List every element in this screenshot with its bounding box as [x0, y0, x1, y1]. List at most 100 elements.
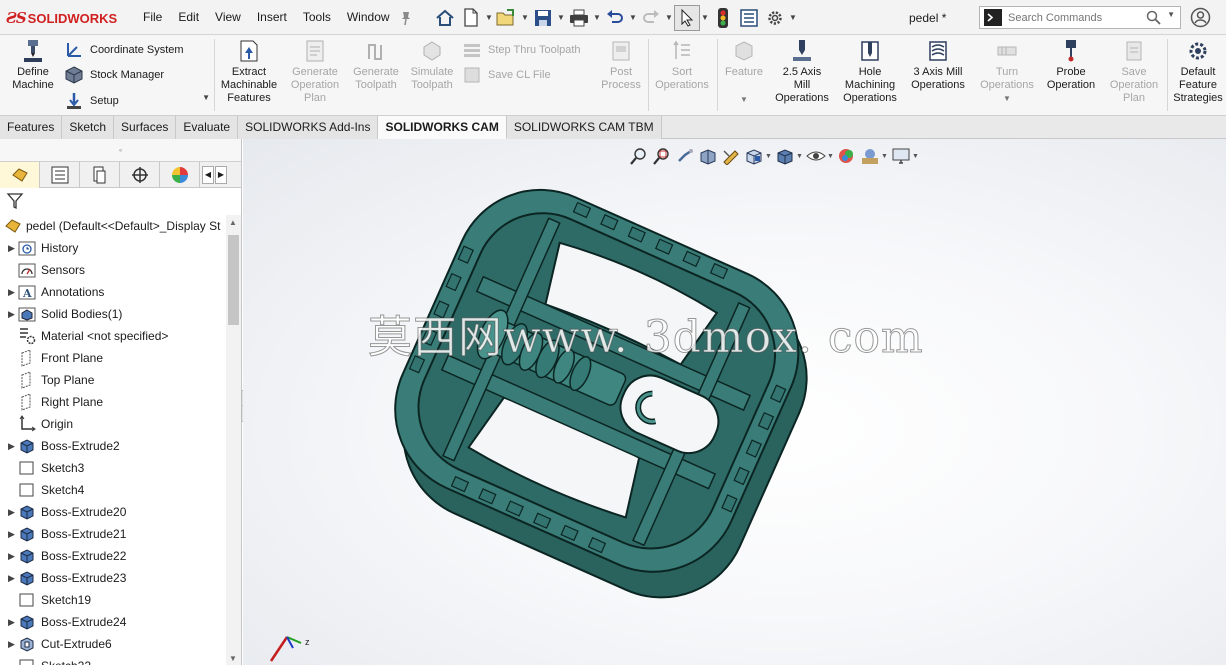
- edit-appearance-button[interactable]: [835, 145, 858, 167]
- expand-arrow-icon[interactable]: ▶: [0, 507, 15, 518]
- tree-item[interactable]: Sketch22: [0, 655, 226, 665]
- display-style-button[interactable]: [773, 145, 796, 167]
- tree-item[interactable]: Origin: [0, 413, 226, 435]
- search-commands-box[interactable]: ▼: [979, 6, 1181, 29]
- menu-edit[interactable]: Edit: [170, 0, 207, 35]
- scroll-up-arrow[interactable]: ▲: [229, 218, 237, 227]
- default-feature-strategies-button[interactable]: Default Feature Strategies: [1170, 39, 1226, 105]
- feature-dropdown[interactable]: ▼: [740, 93, 748, 106]
- mill-3-axis-button[interactable]: 3 Axis Mill Operations: [906, 39, 970, 92]
- feature-manager-tab[interactable]: [0, 162, 40, 188]
- expand-arrow-icon[interactable]: ▶: [0, 243, 15, 254]
- tree-item[interactable]: ▶ A Annotations: [0, 281, 226, 303]
- expand-arrow-icon[interactable]: ▶: [0, 617, 15, 628]
- rebuild-button[interactable]: [710, 5, 736, 31]
- zoom-to-area-button[interactable]: [650, 145, 673, 167]
- print-dropdown[interactable]: ▼: [592, 5, 602, 31]
- save-button[interactable]: [530, 5, 556, 31]
- tree-item[interactable]: Sketch19: [0, 589, 226, 611]
- tree-item[interactable]: Sketch4: [0, 479, 226, 501]
- sort-operations-button[interactable]: Sort Operations: [650, 39, 714, 92]
- pin-icon[interactable]: [398, 10, 414, 26]
- search-icon[interactable]: [1146, 10, 1161, 25]
- turn-dropdown[interactable]: ▼: [1003, 92, 1011, 105]
- file-properties-button[interactable]: [736, 5, 762, 31]
- tree-item[interactable]: ▶ History: [0, 237, 226, 259]
- options-dropdown[interactable]: ▼: [788, 5, 798, 31]
- tree-scrollbar[interactable]: ▲ ▼: [226, 215, 241, 665]
- view-orientation-button[interactable]: [742, 145, 765, 167]
- panel-grip[interactable]: ◦: [0, 139, 241, 162]
- configuration-manager-tab[interactable]: [80, 162, 120, 188]
- search-dropdown[interactable]: ▼: [1167, 10, 1175, 19]
- tree-item[interactable]: ▶ Cut-Extrude6: [0, 633, 226, 655]
- expand-arrow-icon[interactable]: ▶: [0, 551, 15, 562]
- solidworks-logo[interactable]: ƧS SOLIDWORKS: [6, 9, 117, 27]
- open-dropdown[interactable]: ▼: [520, 5, 530, 31]
- expand-arrow-icon[interactable]: ▶: [0, 309, 15, 320]
- coordinate-system-button[interactable]: Coordinate System: [64, 40, 184, 60]
- simulate-toolpath-button[interactable]: Simulate Toolpath: [406, 39, 458, 92]
- define-machine-button[interactable]: Define Machine: [6, 39, 60, 92]
- tab-evaluate[interactable]: Evaluate: [176, 116, 239, 139]
- extract-features-button[interactable]: Extract Machinable Features: [218, 39, 280, 105]
- tree-item[interactable]: ▶ Boss-Extrude24: [0, 611, 226, 633]
- generate-operation-plan-button[interactable]: Generate Operation Plan: [286, 39, 344, 105]
- display-manager-tab[interactable]: [160, 162, 200, 188]
- tree-item[interactable]: Sensors: [0, 259, 226, 281]
- tree-item[interactable]: ▶ Boss-Extrude21: [0, 523, 226, 545]
- step-thru-toolpath-button[interactable]: Step Thru Toolpath: [462, 40, 581, 60]
- search-input[interactable]: [1008, 11, 1148, 24]
- property-manager-tab[interactable]: [40, 162, 80, 188]
- menu-insert[interactable]: Insert: [249, 0, 295, 35]
- display-style-dropdown[interactable]: ▼: [796, 153, 804, 160]
- tree-item[interactable]: Top Plane: [0, 369, 226, 391]
- apply-scene-button[interactable]: [858, 145, 881, 167]
- scroll-down-arrow[interactable]: ▼: [229, 654, 237, 663]
- tree-item[interactable]: ▶ Boss-Extrude2: [0, 435, 226, 457]
- tab-solidworks-cam[interactable]: SOLIDWORKS CAM: [378, 116, 507, 139]
- save-dropdown[interactable]: ▼: [556, 5, 566, 31]
- menu-file[interactable]: File: [135, 0, 170, 35]
- tree-item[interactable]: ▶ Boss-Extrude22: [0, 545, 226, 567]
- hole-machining-button[interactable]: Hole Machining Operations: [838, 39, 902, 105]
- feature-button[interactable]: Feature ▼: [722, 39, 766, 106]
- redo-button[interactable]: [638, 5, 664, 31]
- undo-button[interactable]: [602, 5, 628, 31]
- zoom-to-fit-button[interactable]: [627, 145, 650, 167]
- select-dropdown[interactable]: ▼: [700, 5, 710, 31]
- tree-item[interactable]: Material <not specified>: [0, 325, 226, 347]
- apply-scene-dropdown[interactable]: ▼: [881, 153, 889, 160]
- filter-icon[interactable]: [6, 192, 24, 210]
- select-button[interactable]: [674, 4, 700, 31]
- menu-tools[interactable]: Tools: [295, 0, 339, 35]
- tree-item[interactable]: Sketch3: [0, 457, 226, 479]
- setup-button[interactable]: Setup ▼: [64, 91, 210, 111]
- tree-item[interactable]: ▶ Boss-Extrude20: [0, 501, 226, 523]
- pedal-3d-model[interactable]: [381, 187, 831, 607]
- menu-view[interactable]: View: [207, 0, 249, 35]
- expand-arrow-icon[interactable]: ▶: [0, 287, 15, 298]
- new-document-button[interactable]: [458, 5, 484, 31]
- save-cl-file-button[interactable]: Save CL File: [462, 65, 551, 85]
- tree-root-part[interactable]: pedel (Default<<Default>_Display St: [0, 215, 226, 237]
- save-operation-plan-button[interactable]: Save Operation Plan: [1104, 39, 1164, 105]
- tab-solidworks-cam-tbm[interactable]: SOLIDWORKS CAM TBM: [506, 116, 662, 139]
- dimxpert-tab[interactable]: [120, 162, 160, 188]
- print-button[interactable]: [566, 5, 592, 31]
- stock-manager-button[interactable]: Stock Manager: [64, 65, 164, 85]
- section-view-button[interactable]: [696, 145, 719, 167]
- user-account-icon[interactable]: [1190, 7, 1211, 28]
- redo-dropdown[interactable]: ▼: [664, 5, 674, 31]
- new-document-dropdown[interactable]: ▼: [484, 5, 494, 31]
- hide-show-dropdown[interactable]: ▼: [827, 153, 835, 160]
- generate-toolpath-button[interactable]: Generate Toolpath: [348, 39, 404, 92]
- tree-item[interactable]: Front Plane: [0, 347, 226, 369]
- mill-2-5-axis-button[interactable]: 2.5 Axis Mill Operations: [770, 39, 834, 105]
- tab-surfaces[interactable]: Surfaces: [114, 116, 177, 139]
- previous-view-button[interactable]: [673, 145, 696, 167]
- hide-show-items-button[interactable]: [804, 145, 827, 167]
- home-button[interactable]: [432, 5, 458, 31]
- graphics-viewport[interactable]: ▼ ▼ ▼ ▼ ▼ 莫西网www. 3dmox. com z: [243, 139, 1226, 665]
- turn-operations-button[interactable]: Turn Operations ▼: [976, 39, 1038, 105]
